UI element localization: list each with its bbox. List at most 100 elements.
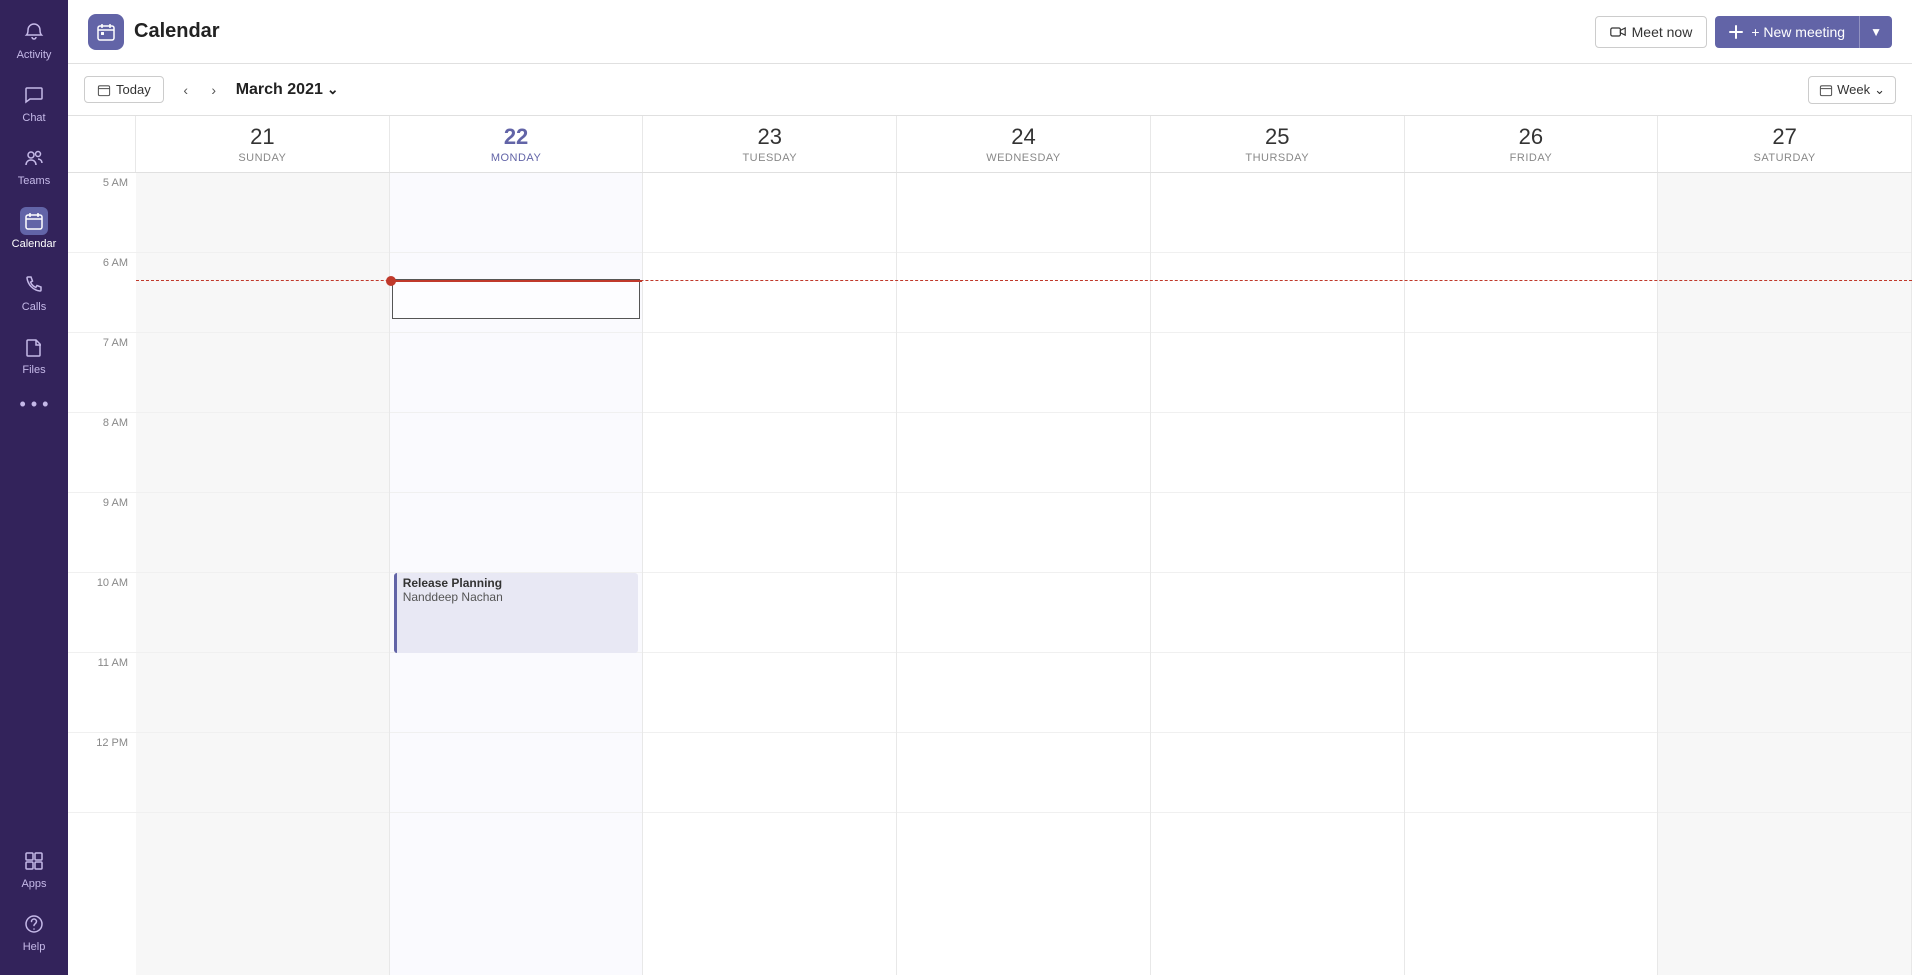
day-slot[interactable]: [1151, 253, 1404, 333]
day-slot[interactable]: [897, 173, 1150, 253]
teams-label: Teams: [18, 175, 50, 187]
teams-icon: [20, 144, 48, 172]
day-slot[interactable]: [390, 413, 643, 493]
day-slot[interactable]: [643, 493, 896, 573]
day-header-sunday: 21Sunday: [136, 116, 390, 172]
day-slot[interactable]: [1405, 333, 1658, 413]
prev-week-button[interactable]: ‹: [172, 76, 200, 104]
view-selector[interactable]: Week ⌄: [1808, 76, 1896, 104]
day-slot[interactable]: [1405, 413, 1658, 493]
day-slot[interactable]: [1151, 573, 1404, 653]
time-slot-12pm: 12 PM: [68, 733, 136, 813]
day-slot[interactable]: [1405, 733, 1658, 813]
next-week-button[interactable]: ›: [200, 76, 228, 104]
day-column-tuesday[interactable]: [643, 173, 897, 975]
day-slot[interactable]: [136, 493, 389, 573]
new-meeting-main[interactable]: + New meeting: [1715, 16, 1860, 48]
sidebar-item-activity[interactable]: Activity: [0, 10, 68, 69]
day-slot[interactable]: [136, 253, 389, 333]
sidebar: Activity Chat Teams Calend: [0, 0, 68, 975]
sidebar-item-apps[interactable]: Apps: [0, 839, 68, 898]
day-column-friday[interactable]: [1405, 173, 1659, 975]
sidebar-item-help[interactable]: Help: [0, 902, 68, 961]
calls-icon: [20, 270, 48, 298]
day-slot[interactable]: [643, 573, 896, 653]
event-release-planning[interactable]: Release PlanningNanddeep Nachan: [394, 573, 639, 653]
day-slot[interactable]: [897, 413, 1150, 493]
day-slot[interactable]: [1405, 253, 1658, 333]
calendar-app-icon: [88, 14, 124, 50]
day-slot[interactable]: [1658, 493, 1911, 573]
sidebar-more-button[interactable]: • • •: [0, 386, 68, 423]
time-slot-9am: 9 AM: [68, 493, 136, 573]
time-slot-6am: 6 AM: [68, 253, 136, 333]
day-slot[interactable]: [136, 573, 389, 653]
day-slot[interactable]: [1151, 413, 1404, 493]
day-slot[interactable]: [643, 653, 896, 733]
day-slot[interactable]: [390, 333, 643, 413]
calendar-label: Calendar: [12, 238, 57, 250]
day-slot[interactable]: [1405, 653, 1658, 733]
sidebar-item-files[interactable]: Files: [0, 325, 68, 384]
day-slot[interactable]: [136, 173, 389, 253]
day-slot[interactable]: [136, 333, 389, 413]
day-slot[interactable]: [897, 733, 1150, 813]
day-slot[interactable]: [643, 413, 896, 493]
day-slot[interactable]: [1658, 333, 1911, 413]
day-slot[interactable]: [1658, 733, 1911, 813]
new-meeting-button[interactable]: + New meeting ▼: [1715, 16, 1892, 48]
day-slot[interactable]: [1405, 573, 1658, 653]
day-slot[interactable]: [897, 253, 1150, 333]
day-slot[interactable]: [1151, 173, 1404, 253]
day-slot[interactable]: [1151, 653, 1404, 733]
day-slot[interactable]: [1658, 653, 1911, 733]
day-slot[interactable]: [897, 653, 1150, 733]
day-slot[interactable]: [897, 493, 1150, 573]
apps-icon: [20, 847, 48, 875]
day-column-thursday[interactable]: [1151, 173, 1405, 975]
month-year-label[interactable]: March 2021 ⌄: [236, 81, 339, 99]
day-slot[interactable]: [1151, 733, 1404, 813]
sidebar-item-calls[interactable]: Calls: [0, 262, 68, 321]
day-slot[interactable]: [643, 333, 896, 413]
day-header-monday: 22Monday: [390, 116, 644, 172]
sidebar-item-calendar[interactable]: Calendar: [0, 199, 68, 258]
day-slot[interactable]: [1405, 493, 1658, 573]
day-slot[interactable]: [897, 333, 1150, 413]
day-slot[interactable]: [1151, 333, 1404, 413]
day-slot[interactable]: [136, 733, 389, 813]
apps-label: Apps: [21, 878, 46, 890]
activity-label: Activity: [17, 49, 52, 61]
day-column-sunday[interactable]: [136, 173, 390, 975]
day-slot[interactable]: [1658, 173, 1911, 253]
day-slot[interactable]: [643, 253, 896, 333]
topbar-actions: Meet now + New meeting ▼: [1595, 16, 1892, 48]
today-button[interactable]: Today: [84, 76, 164, 103]
day-slot[interactable]: [643, 173, 896, 253]
meet-now-button[interactable]: Meet now: [1595, 16, 1708, 48]
day-slot[interactable]: [1151, 493, 1404, 573]
new-meeting-dropdown-button[interactable]: ▼: [1860, 17, 1892, 47]
day-slot[interactable]: [136, 413, 389, 493]
day-column-saturday[interactable]: [1658, 173, 1912, 975]
day-slot[interactable]: [1405, 173, 1658, 253]
day-slot[interactable]: [136, 653, 389, 733]
main-content: Calendar Meet now + New meeting ▼: [68, 0, 1912, 975]
day-column-monday[interactable]: Release PlanningNanddeep Nachan: [390, 173, 644, 975]
day-slot[interactable]: [897, 573, 1150, 653]
calls-label: Calls: [22, 301, 46, 313]
day-slot[interactable]: [643, 733, 896, 813]
day-slot[interactable]: [390, 733, 643, 813]
sidebar-item-teams[interactable]: Teams: [0, 136, 68, 195]
day-slot[interactable]: [390, 653, 643, 733]
time-slot-5am: 5 AM: [68, 173, 136, 253]
day-slot[interactable]: [1658, 413, 1911, 493]
day-slot[interactable]: [390, 173, 643, 253]
day-slot[interactable]: [390, 493, 643, 573]
calendar-toolbar: Today ‹ › March 2021 ⌄ Week ⌄: [68, 64, 1912, 116]
day-slot[interactable]: [390, 253, 643, 333]
day-column-wednesday[interactable]: [897, 173, 1151, 975]
sidebar-item-chat[interactable]: Chat: [0, 73, 68, 132]
day-slot[interactable]: [1658, 573, 1911, 653]
day-slot[interactable]: [1658, 253, 1911, 333]
